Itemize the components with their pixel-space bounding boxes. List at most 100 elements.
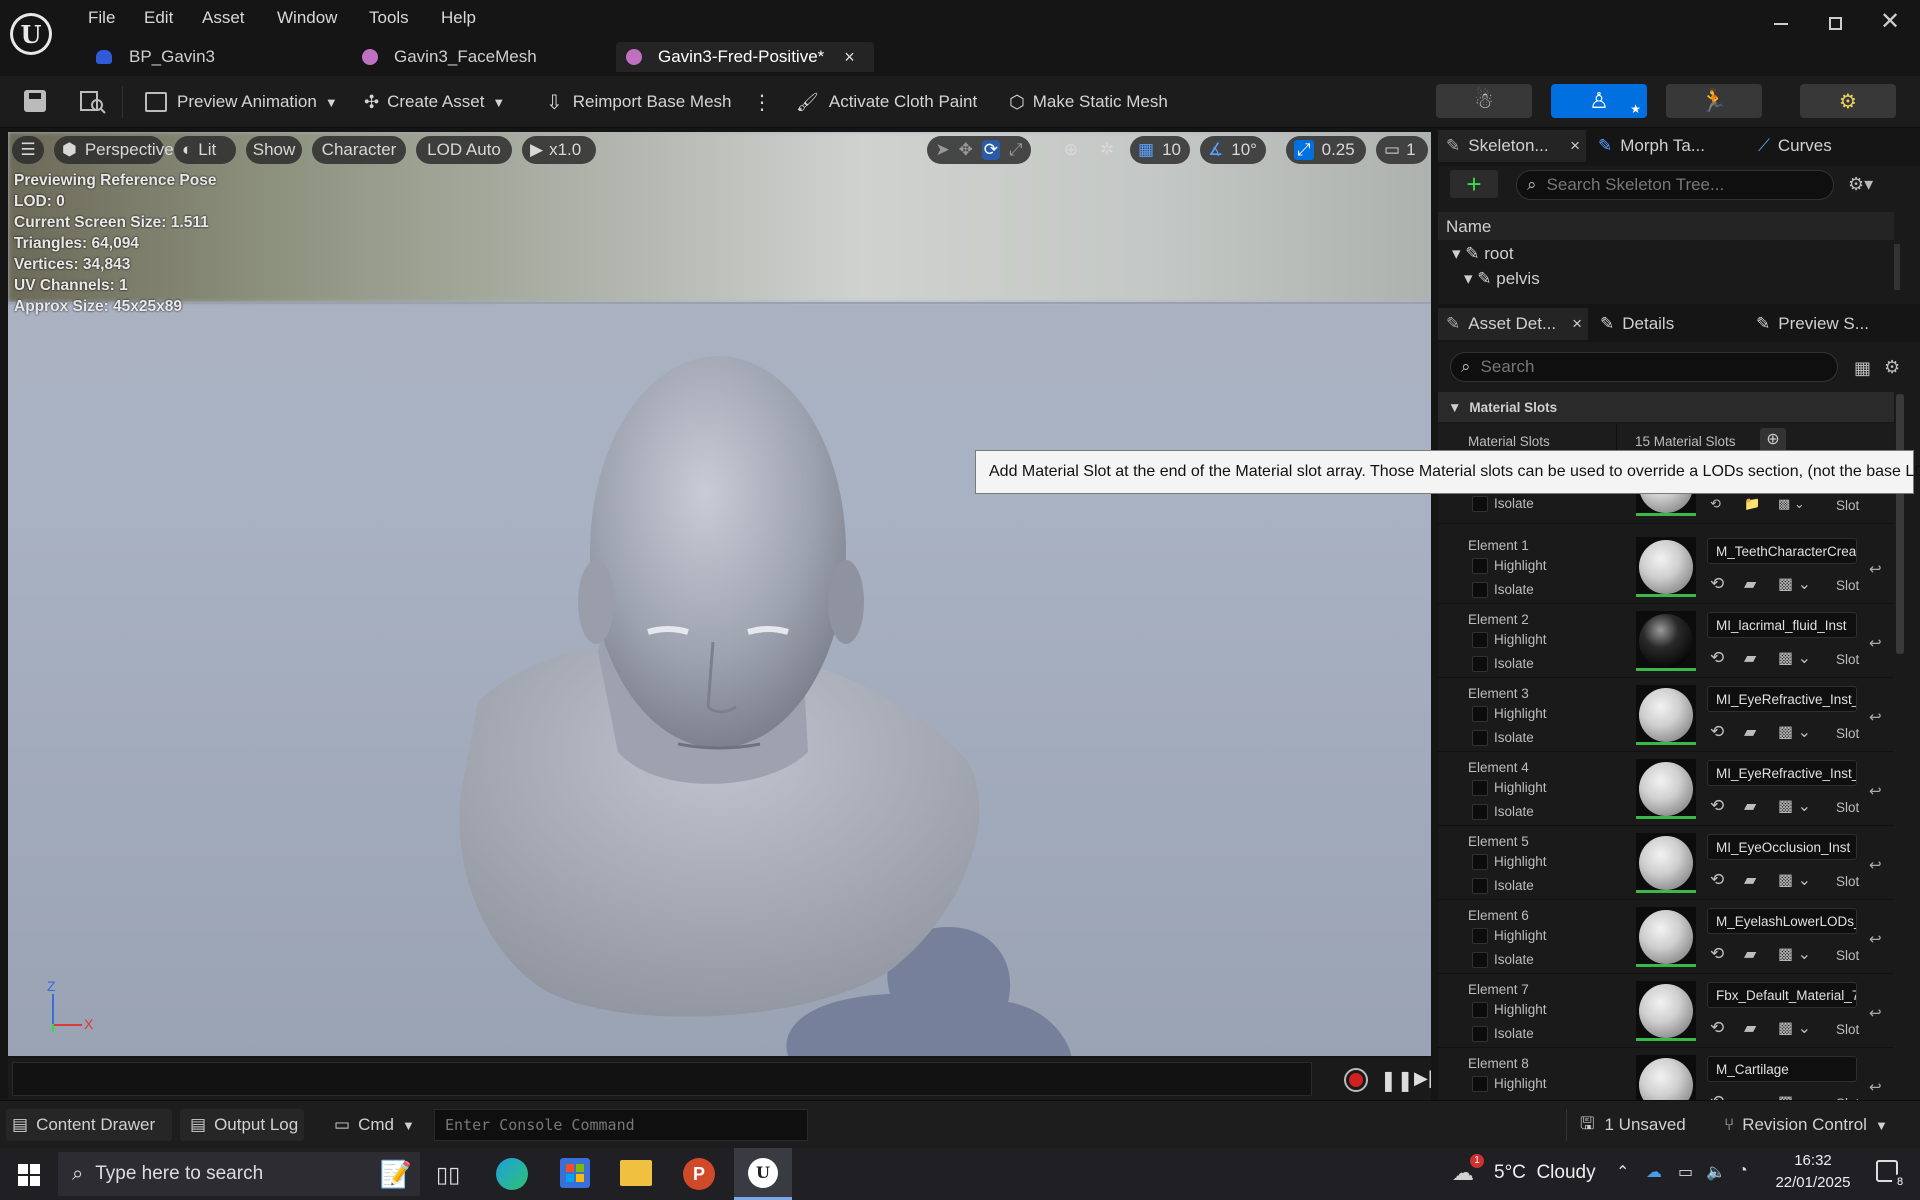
browse-folder-icon[interactable]: ▰: [1744, 1018, 1756, 1038]
record-icon[interactable]: [1344, 1068, 1368, 1092]
add-bone-button[interactable]: +: [1450, 169, 1498, 199]
isolate-checkbox[interactable]: [1472, 730, 1488, 746]
grid-snap-button[interactable]: ▦ 10: [1130, 136, 1190, 164]
highlight-checkbox[interactable]: [1472, 1002, 1488, 1018]
material-name-field[interactable]: M_EyelashLowerLODs_Inst: [1707, 908, 1857, 934]
isolate-checkbox[interactable]: [1472, 878, 1488, 894]
save-icon[interactable]: [24, 90, 46, 112]
use-selected-icon[interactable]: ⟲: [1710, 870, 1724, 890]
select-icon[interactable]: ➤: [935, 140, 949, 160]
step-forward-icon[interactable]: ▶|: [1414, 1068, 1433, 1089]
reset-icon[interactable]: ↩: [1869, 708, 1882, 726]
surface-snap-icon[interactable]: ✲: [1094, 136, 1120, 164]
material-thumbnail[interactable]: [1636, 833, 1696, 893]
tab-skeleton-tree[interactable]: ✎ Skeleton... ×: [1438, 130, 1586, 162]
close-icon[interactable]: ×: [1572, 314, 1582, 334]
use-selected-icon[interactable]: ⟲: [1710, 722, 1724, 742]
rotate-icon[interactable]: ⟳: [981, 140, 1001, 160]
menu-window[interactable]: Window: [277, 8, 337, 32]
menu-tools[interactable]: Tools: [369, 8, 409, 32]
highlight-checkbox[interactable]: [1472, 558, 1488, 574]
checker-dropdown-icon[interactable]: ▩ ⌄: [1778, 944, 1811, 964]
browse-folder-icon[interactable]: ▰: [1744, 944, 1756, 964]
browse-folder-icon[interactable]: ▰: [1744, 722, 1756, 742]
file-explorer-icon[interactable]: [620, 1160, 652, 1186]
onedrive-icon[interactable]: ☁: [1646, 1162, 1662, 1182]
menu-asset[interactable]: Asset: [202, 8, 245, 32]
unreal-logo-icon[interactable]: U: [10, 13, 52, 55]
details-search-input[interactable]: ⌕ Search: [1450, 352, 1838, 382]
tab-details[interactable]: ✎ Details: [1600, 308, 1674, 340]
bone-root[interactable]: ▾ ✎ root: [1452, 244, 1514, 264]
world-local-icon[interactable]: ⊕: [1058, 136, 1084, 164]
close-window-icon[interactable]: ✕: [1880, 10, 1900, 34]
store-icon[interactable]: [560, 1158, 590, 1188]
material-name-field[interactable]: MI_EyeRefractive_Inst_R: [1707, 760, 1857, 786]
browse-icon[interactable]: 📁: [1744, 496, 1760, 512]
camera-speed-button[interactable]: ▭ 1: [1376, 136, 1428, 164]
lod-button[interactable]: LOD Auto: [416, 136, 512, 164]
settings-icon[interactable]: ⚙▾: [1848, 174, 1873, 195]
material-name-field[interactable]: MI_lacrimal_fluid_Inst: [1707, 612, 1857, 638]
tray-chevron-up-icon[interactable]: ⌃: [1616, 1162, 1629, 1182]
close-tab-icon[interactable]: ×: [844, 47, 855, 68]
menu-file[interactable]: File: [88, 8, 115, 32]
use-selected-icon[interactable]: ⟲: [1710, 648, 1724, 668]
isolate-checkbox[interactable]: [1472, 804, 1488, 820]
highlight-checkbox[interactable]: [1472, 1076, 1488, 1092]
isolate-checkbox[interactable]: [1472, 952, 1488, 968]
skeleton-mode-button[interactable]: ☃: [1436, 84, 1532, 118]
isolate-checkbox[interactable]: [1472, 582, 1488, 598]
reset-icon[interactable]: ↩: [1869, 782, 1882, 800]
isolate-checkbox[interactable]: [1472, 496, 1488, 512]
pause-icon[interactable]: ❚❚: [1380, 1068, 1414, 1093]
close-icon[interactable]: ×: [1570, 136, 1580, 156]
console-command-input[interactable]: Enter Console Command: [434, 1109, 808, 1141]
content-drawer-button[interactable]: ▤ Content Drawer: [6, 1109, 172, 1141]
checker-dropdown-icon[interactable]: ▩ ⌄: [1778, 722, 1811, 742]
checker-dropdown-icon[interactable]: ▩ ⌄: [1778, 870, 1811, 890]
windows-start-icon[interactable]: [18, 1164, 40, 1186]
powerpoint-icon[interactable]: P: [683, 1158, 715, 1190]
highlight-checkbox[interactable]: [1472, 780, 1488, 796]
animation-mode-button[interactable]: 🏃: [1666, 84, 1762, 118]
bone-pelvis[interactable]: ▾ ✎ pelvis: [1464, 269, 1540, 289]
browse-folder-icon[interactable]: ▰: [1744, 648, 1756, 668]
viewport-menu-icon[interactable]: ☰: [12, 136, 44, 164]
lit-button[interactable]: ◐ Lit: [174, 136, 236, 164]
volume-icon[interactable]: 🔈: [1706, 1162, 1726, 1182]
material-name-field[interactable]: MI_EyeOcclusion_Inst: [1707, 834, 1857, 860]
more-options-icon[interactable]: ⋮: [752, 88, 772, 116]
menu-help[interactable]: Help: [441, 8, 476, 32]
reset-icon[interactable]: ↩: [1869, 930, 1882, 948]
tab-curves[interactable]: ⟋ Curves: [1758, 130, 1832, 162]
isolate-checkbox[interactable]: [1472, 1026, 1488, 1042]
highlight-checkbox[interactable]: [1472, 632, 1488, 648]
task-view-icon[interactable]: ▯▯: [436, 1162, 460, 1188]
timeline-scrubber[interactable]: [12, 1062, 1312, 1096]
material-thumbnail[interactable]: [1636, 685, 1696, 745]
scale-snap-button[interactable]: ⤢ 0.25: [1286, 136, 1366, 164]
battery-icon[interactable]: ▭: [1678, 1162, 1693, 1182]
revision-control-button[interactable]: ⑂ Revision Control ▼: [1724, 1109, 1888, 1141]
unreal-taskbar-icon[interactable]: U: [734, 1148, 792, 1200]
use-selected-icon[interactable]: ⟲: [1710, 574, 1724, 594]
material-name-field[interactable]: M_TeethCharacterCreator: [1707, 538, 1857, 564]
highlight-checkbox[interactable]: [1472, 928, 1488, 944]
details-scrollbar[interactable]: [1896, 394, 1904, 654]
perspective-button[interactable]: ⬢ Perspective: [54, 136, 174, 164]
tab-preview-scene[interactable]: ✎ Preview S...: [1756, 308, 1869, 340]
skeleton-search-input[interactable]: ⌕ Search Skeleton Tree...: [1516, 170, 1834, 200]
use-selected-icon[interactable]: ⟲: [1710, 944, 1724, 964]
menu-edit[interactable]: Edit: [144, 8, 173, 32]
reset-icon[interactable]: ↩: [1869, 560, 1882, 578]
use-selected-icon[interactable]: ⟲: [1710, 796, 1724, 816]
viewport[interactable]: ☰ ⬢ Perspective ◐ Lit Show Character LOD A…: [8, 132, 1431, 1056]
edge-icon[interactable]: [496, 1158, 528, 1190]
browse-folder-icon[interactable]: ▰: [1744, 796, 1756, 816]
reset-icon[interactable]: ↩: [1869, 634, 1882, 652]
browse-folder-icon[interactable]: ▰: [1744, 870, 1756, 890]
material-name-field[interactable]: M_Cartilage: [1707, 1056, 1857, 1082]
browse-folder-icon[interactable]: ▰: [1744, 574, 1756, 594]
clock-date[interactable]: 22/01/2025: [1768, 1174, 1858, 1191]
